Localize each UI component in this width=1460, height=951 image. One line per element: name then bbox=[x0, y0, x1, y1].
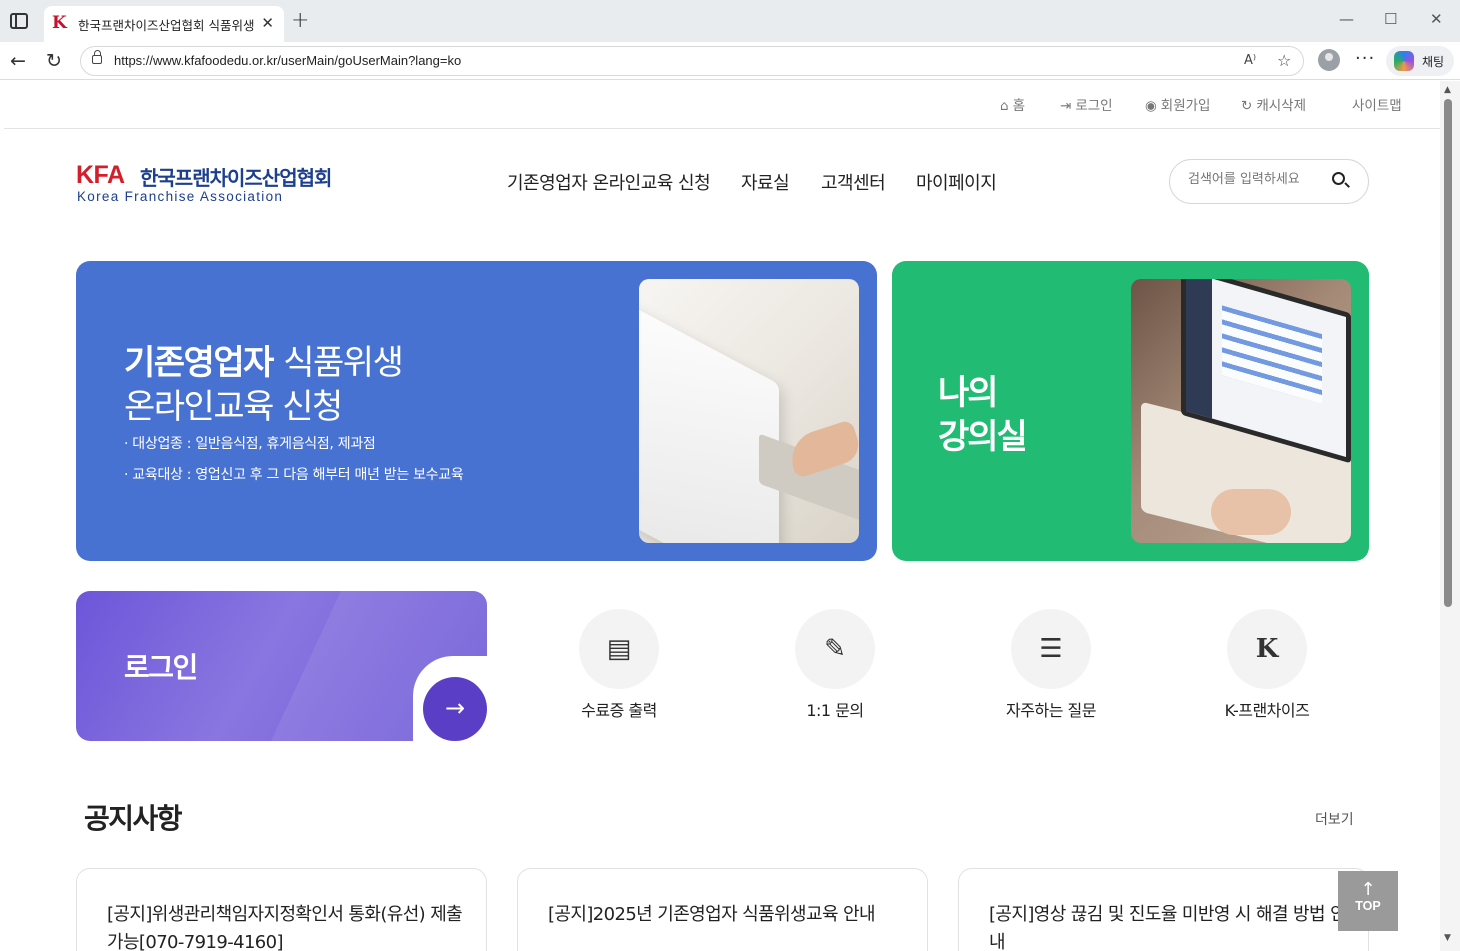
quick-link-inquiry[interactable]: ✎ 1:1 문의 bbox=[765, 609, 905, 729]
util-cache-clear-link[interactable]: ↻ 캐시삭제 bbox=[1241, 94, 1306, 114]
new-tab-icon[interactable]: + bbox=[291, 8, 309, 33]
home-icon: ⌂ bbox=[1000, 98, 1009, 114]
favorite-star-icon[interactable]: ☆ bbox=[1277, 51, 1291, 70]
top-button-label: TOP bbox=[1355, 899, 1381, 913]
page-scrollbar[interactable]: ▲ ▼ bbox=[1440, 81, 1460, 951]
logo-english-name: Korea Franchise Association bbox=[77, 189, 284, 204]
online-education-banner[interactable]: 기존영업자 식품위생 온라인교육 신청 · 대상업종 : 일반음식점, 휴게음식… bbox=[76, 261, 877, 561]
util-login-link[interactable]: ⇥ 로그인 bbox=[1060, 94, 1113, 114]
quick-link-circle: K bbox=[1227, 609, 1307, 689]
maximize-icon[interactable]: ☐ bbox=[1384, 10, 1397, 28]
banner-target-audience: · 교육대상 : 영업신고 후 그 다음 해부터 매년 받는 보수교육 bbox=[124, 467, 464, 483]
profile-avatar-icon[interactable] bbox=[1318, 49, 1340, 71]
util-signup-link[interactable]: ◉ 회원가입 bbox=[1145, 94, 1210, 114]
quick-link-label: 자주하는 질문 bbox=[1006, 701, 1096, 720]
scroll-down-arrow-icon[interactable]: ▼ bbox=[1444, 933, 1451, 943]
banner-target-industry: · 대상업종 : 일반음식점, 휴게음식점, 제과점 bbox=[124, 436, 376, 452]
scroll-thumb[interactable] bbox=[1444, 99, 1452, 607]
certificate-icon: ▤ bbox=[606, 634, 632, 664]
url-field[interactable]: https://www.kfafoodedu.or.kr/userMain/go… bbox=[80, 46, 1304, 76]
notice-card-title: [공지]영상 끊김 및 진도율 미반영 시 해결 방법 안내 bbox=[989, 904, 1347, 951]
laptop-dashboard-photo bbox=[1131, 279, 1351, 543]
quick-link-label: K-프랜차이즈 bbox=[1224, 701, 1310, 720]
banner-title-line1: 기존영업자 식품위생 bbox=[124, 335, 404, 384]
url-text[interactable]: https://www.kfafoodedu.or.kr/userMain/go… bbox=[114, 53, 461, 68]
util-home-link[interactable]: ⌂ 홈 bbox=[1000, 94, 1025, 114]
arrow-right-icon: → bbox=[444, 694, 466, 722]
chat-icon: ☰ bbox=[1039, 634, 1063, 664]
refresh-icon: ↻ bbox=[1241, 98, 1253, 114]
gnb-customer-center[interactable]: 고객센터 bbox=[821, 169, 886, 195]
scroll-up-arrow-icon[interactable]: ▲ bbox=[1444, 85, 1451, 95]
edit-icon: ✎ bbox=[824, 634, 846, 664]
lock-icon[interactable] bbox=[92, 50, 102, 64]
quick-link-circle: ☰ bbox=[1011, 609, 1091, 689]
minimize-icon[interactable]: — bbox=[1339, 10, 1354, 28]
browser-tab[interactable]: K 한국프랜차이즈산업협회 식품위생 ✕ bbox=[44, 6, 284, 42]
search-box bbox=[1169, 159, 1369, 204]
logo-abbr: KFA bbox=[76, 161, 125, 189]
quick-link-faq[interactable]: ☰ 자주하는 질문 bbox=[981, 609, 1121, 729]
page-viewport: ⌂ 홈 ⇥ 로그인 ◉ 회원가입 ↻ 캐시삭제 사이트맵 KFA 한국프랜차이즈산업협회… bbox=[4, 81, 1440, 951]
more-options-icon[interactable]: ··· bbox=[1355, 48, 1375, 69]
my-classroom-title-line1: 나의 bbox=[938, 373, 999, 413]
my-classroom-title-line2: 강의실 bbox=[938, 417, 1028, 457]
notice-card[interactable]: [공지]위생관리책임자지정확인서 통화(유선) 제출 가능[070-7919-4… bbox=[76, 868, 487, 951]
quick-link-circle: ✎ bbox=[795, 609, 875, 689]
notice-more-link[interactable]: 더보기 bbox=[1315, 809, 1354, 829]
sidebar-toggle-icon[interactable] bbox=[10, 13, 28, 29]
laptop-typing-photo bbox=[639, 279, 859, 543]
scroll-top-button[interactable]: ↑ TOP bbox=[1338, 871, 1398, 931]
address-bar: ← ↻ https://www.kfafoodedu.or.kr/userMai… bbox=[0, 42, 1460, 80]
banner-title-bold: 기존영업자 bbox=[124, 343, 274, 383]
gnb-online-education[interactable]: 기존영업자 온라인교육 신청 bbox=[507, 169, 711, 195]
logo-korean-name: 한국프랜차이즈산업협회 bbox=[140, 166, 332, 190]
my-classroom-banner[interactable]: 나의 강의실 bbox=[892, 261, 1369, 561]
notice-card-title: [공지]위생관리책임자지정확인서 통화(유선) 제출 가능[070-7919-4… bbox=[107, 904, 463, 951]
quick-link-circle: ▤ bbox=[579, 609, 659, 689]
reload-icon[interactable]: ↻ bbox=[46, 50, 62, 72]
quick-link-label: 1:1 문의 bbox=[806, 701, 864, 720]
login-card-label: 로그인 bbox=[124, 651, 198, 684]
back-icon[interactable]: ← bbox=[10, 50, 26, 72]
notice-section-title: 공지사항 bbox=[84, 802, 183, 835]
window-close-icon[interactable]: ✕ bbox=[1430, 10, 1443, 28]
k-franchise-logo: K bbox=[1255, 634, 1279, 664]
search-icon[interactable] bbox=[1332, 172, 1345, 185]
notice-card[interactable]: [공지]영상 끊김 및 진도율 미반영 시 해결 방법 안내 bbox=[958, 868, 1369, 951]
notice-card[interactable]: [공지]2025년 기존영업자 식품위생교육 안내 bbox=[517, 868, 928, 951]
tab-close-icon[interactable]: ✕ bbox=[261, 14, 274, 32]
banner-title-rest: 식품위생 bbox=[283, 343, 404, 383]
search-input[interactable] bbox=[1188, 172, 1328, 187]
copilot-label: 채팅 bbox=[1422, 55, 1445, 69]
login-icon: ⇥ bbox=[1060, 98, 1072, 114]
quick-link-label: 수료증 출력 bbox=[581, 701, 657, 720]
quick-link-k-franchise[interactable]: K K-프랜차이즈 bbox=[1197, 609, 1337, 729]
util-sitemap-link[interactable]: 사이트맵 bbox=[1352, 94, 1402, 114]
notice-card-title: [공지]2025년 기존영업자 식품위생교육 안내 bbox=[548, 904, 876, 925]
arrow-up-icon: ↑ bbox=[1360, 879, 1376, 900]
read-aloud-icon[interactable]: A⁾ bbox=[1244, 53, 1256, 68]
tab-title: 한국프랜차이즈산업협회 식품위생 bbox=[78, 18, 254, 33]
banner-title-line2: 온라인교육 신청 bbox=[124, 387, 343, 427]
login-arrow-button[interactable]: → bbox=[423, 677, 487, 741]
user-circle-icon: ◉ bbox=[1145, 98, 1157, 114]
kfa-favicon-icon: K bbox=[52, 13, 67, 33]
quick-link-certificate[interactable]: ▤ 수료증 출력 bbox=[549, 609, 689, 729]
browser-tab-bar: K 한국프랜차이즈산업협회 식품위생 ✕ + — ☐ ✕ bbox=[0, 0, 1460, 42]
copilot-icon bbox=[1394, 51, 1414, 71]
gnb-archive[interactable]: 자료실 bbox=[741, 169, 790, 195]
copilot-chat-button[interactable]: 채팅 bbox=[1386, 46, 1454, 76]
utility-bar: ⌂ 홈 ⇥ 로그인 ◉ 회원가입 ↻ 캐시삭제 사이트맵 bbox=[4, 81, 1440, 129]
site-logo[interactable]: KFA 한국프랜차이즈산업협회 Korea Franchise Associat… bbox=[76, 161, 346, 207]
gnb-mypage[interactable]: 마이페이지 bbox=[916, 169, 997, 195]
